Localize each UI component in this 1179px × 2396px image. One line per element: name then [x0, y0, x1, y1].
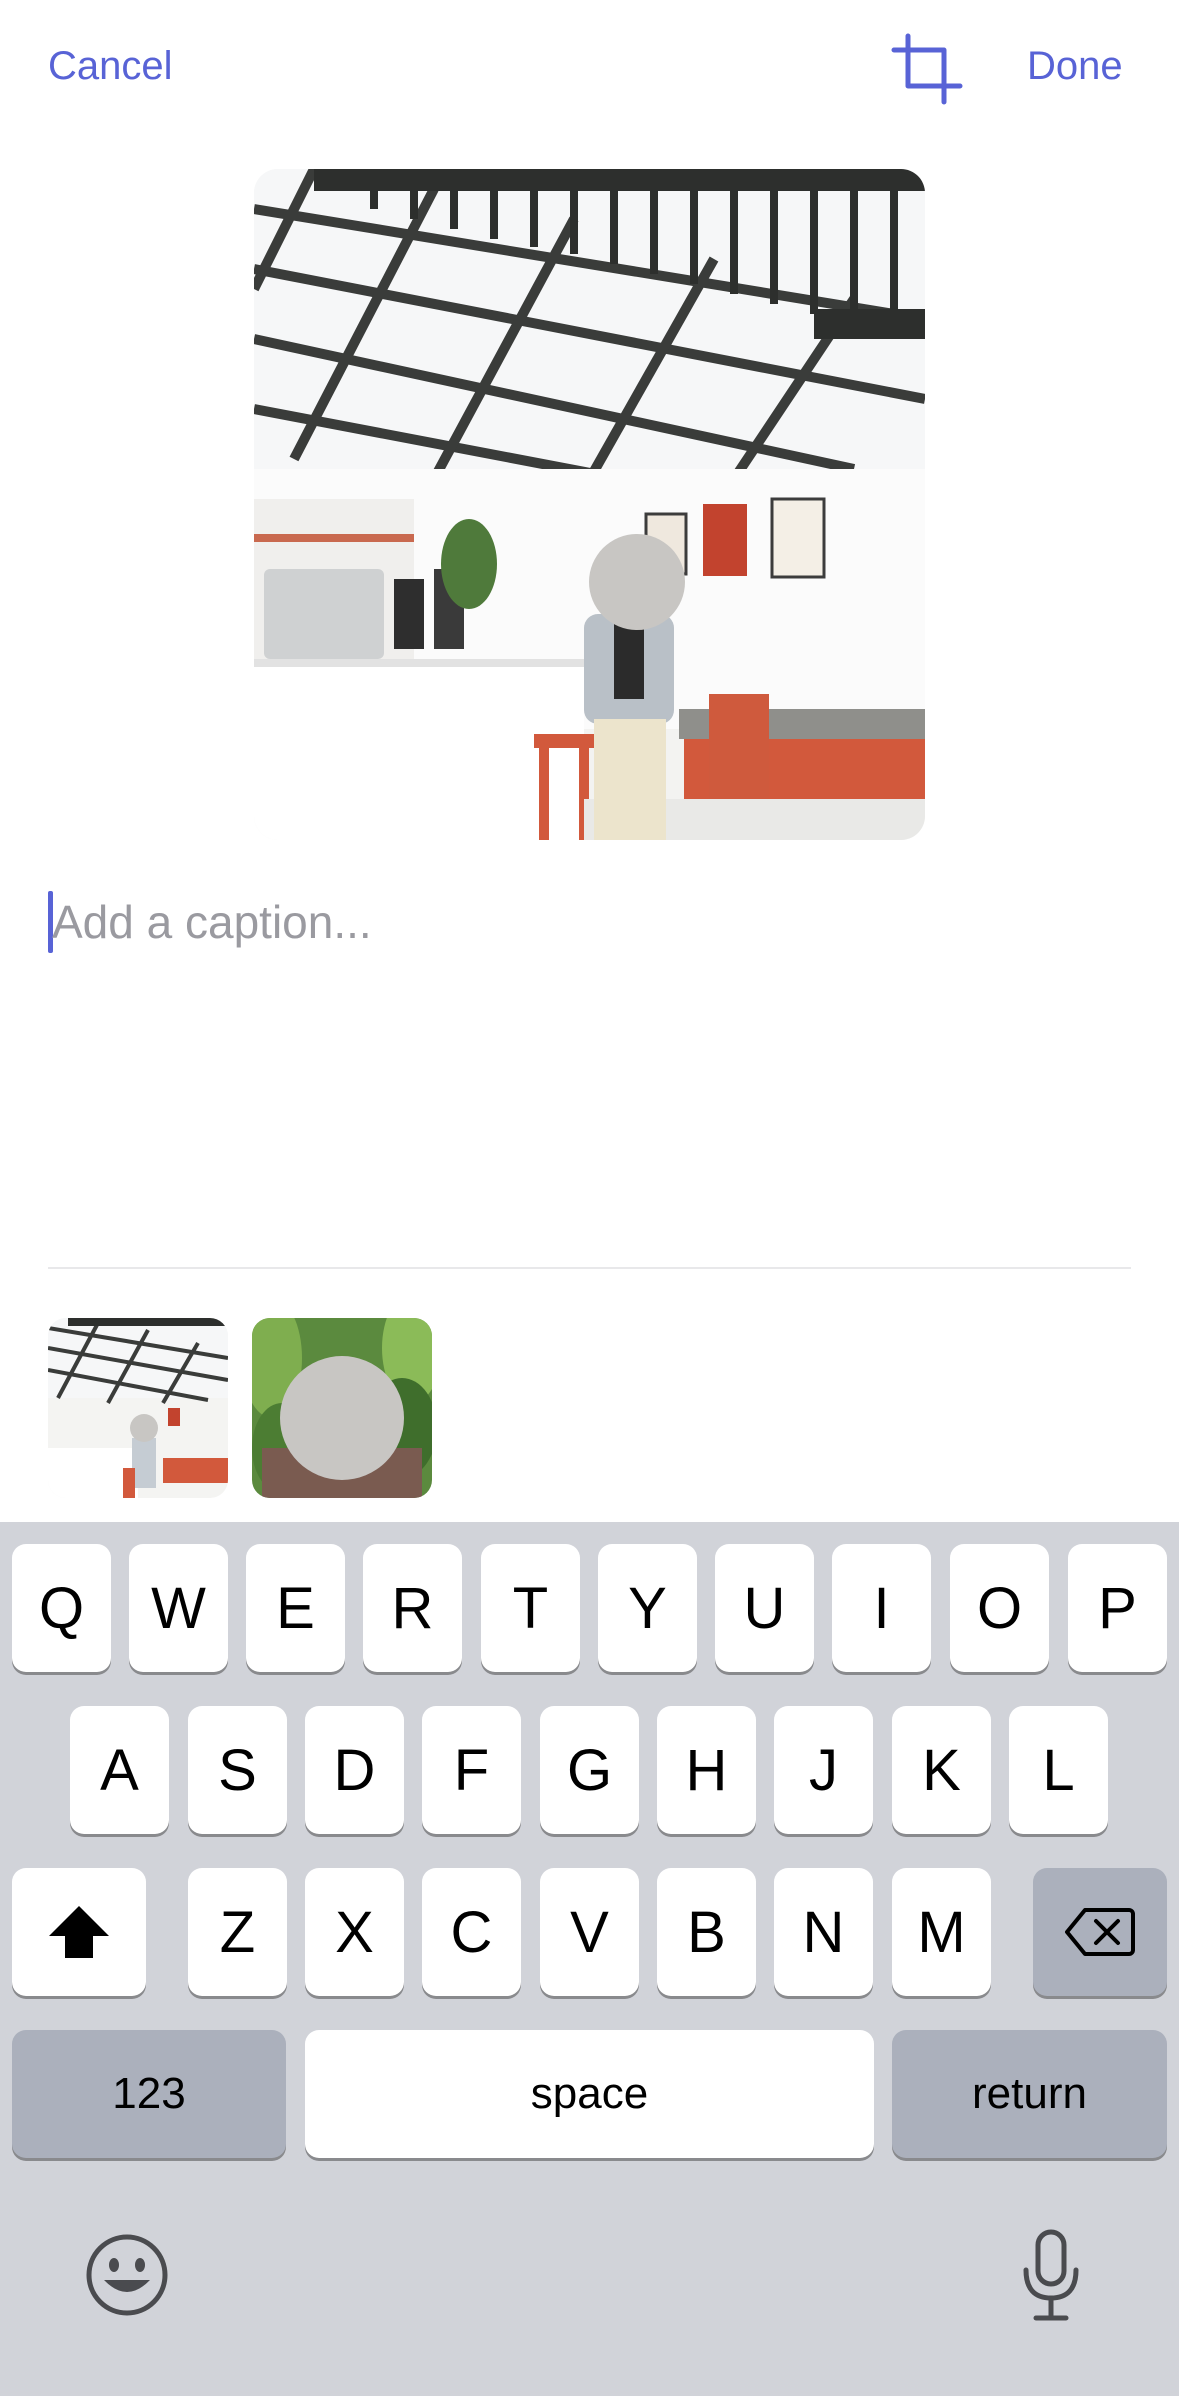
key-f[interactable]: F: [422, 1706, 521, 1834]
key-n[interactable]: N: [774, 1868, 873, 1996]
person-plants-thumbnail[interactable]: [252, 1318, 432, 1498]
key-c[interactable]: C: [422, 1868, 521, 1996]
key-q[interactable]: Q: [12, 1544, 111, 1672]
key-j[interactable]: J: [774, 1706, 873, 1834]
space-key[interactable]: space: [305, 2030, 874, 2158]
key-t[interactable]: T: [481, 1544, 580, 1672]
key-x[interactable]: X: [305, 1868, 404, 1996]
top-bar: Cancel Done: [0, 0, 1179, 140]
key-u[interactable]: U: [715, 1544, 814, 1672]
key-r[interactable]: R: [363, 1544, 462, 1672]
key-o[interactable]: O: [950, 1544, 1049, 1672]
microphone-button[interactable]: [1018, 2228, 1084, 2329]
key-e[interactable]: E: [246, 1544, 345, 1672]
delete-icon: [1065, 1908, 1135, 1956]
key-s[interactable]: S: [188, 1706, 287, 1834]
caption-area: [48, 889, 1131, 959]
crop-icon: [891, 33, 963, 105]
key-g[interactable]: G: [540, 1706, 639, 1834]
key-d[interactable]: D: [305, 1706, 404, 1834]
key-a[interactable]: A: [70, 1706, 169, 1834]
done-button[interactable]: Done: [1027, 44, 1123, 89]
key-l[interactable]: L: [1009, 1706, 1108, 1834]
divider: [48, 1267, 1131, 1269]
key-h[interactable]: H: [657, 1706, 756, 1834]
key-w[interactable]: W: [129, 1544, 228, 1672]
key-p[interactable]: P: [1068, 1544, 1167, 1672]
return-key[interactable]: return: [892, 2030, 1167, 2158]
numbers-key[interactable]: 123: [12, 2030, 286, 2158]
delete-key[interactable]: [1033, 1868, 1167, 1996]
shift-key[interactable]: [12, 1868, 146, 1996]
cafe-interior-thumbnail[interactable]: [48, 1318, 228, 1498]
microphone-icon: [1023, 2229, 1079, 2321]
photo-preview: [254, 169, 925, 840]
shift-icon: [49, 1906, 109, 1958]
emoji-icon: [86, 2234, 168, 2316]
emoji-button[interactable]: [84, 2232, 170, 2323]
crop-button[interactable]: [890, 32, 964, 106]
key-m[interactable]: M: [892, 1868, 991, 1996]
key-i[interactable]: I: [832, 1544, 931, 1672]
key-z[interactable]: Z: [188, 1868, 287, 1996]
key-y[interactable]: Y: [598, 1544, 697, 1672]
key-k[interactable]: K: [892, 1706, 991, 1834]
caption-input[interactable]: [52, 889, 1122, 955]
cancel-button[interactable]: Cancel: [48, 44, 173, 89]
key-b[interactable]: B: [657, 1868, 756, 1996]
keyboard: Q W E R T Y U I O P A S D F G H J K L Z …: [0, 1522, 1179, 2396]
key-v[interactable]: V: [540, 1868, 639, 1996]
